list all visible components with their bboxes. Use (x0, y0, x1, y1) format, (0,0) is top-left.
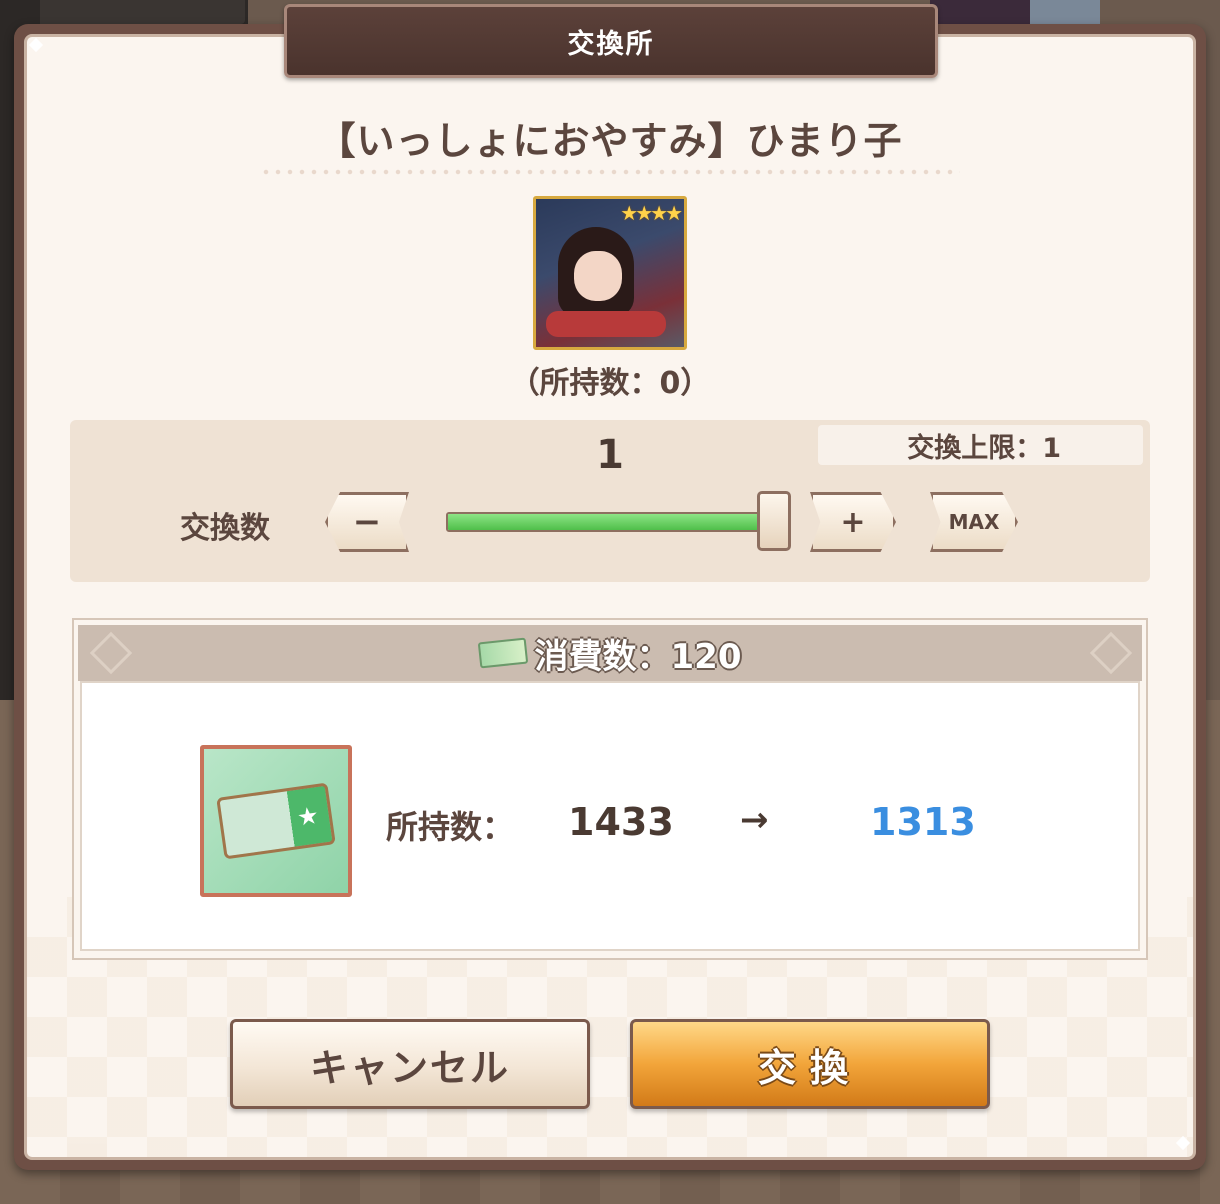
cancel-label: キャンセル (309, 1045, 510, 1090)
increase-button[interactable]: + (810, 492, 896, 552)
plus-icon: + (840, 504, 866, 540)
ticket-item-icon: ★ (200, 745, 352, 897)
rarity-stars-icon: ★★★★ (620, 201, 683, 225)
dialog-header: 交換所 (284, 4, 938, 78)
slider-fill (448, 514, 770, 530)
cancel-button[interactable]: キャンセル (230, 1019, 590, 1109)
dialog-title: 交換所 (567, 28, 655, 60)
ticket-icon (477, 637, 528, 669)
quantity-label: 交換数 (180, 511, 270, 546)
stock-before: 1433 (568, 800, 674, 844)
decrease-button[interactable]: − (325, 492, 409, 552)
item-name: 【いっしょにおやすみ】ひまり子 (317, 119, 903, 163)
quantity-value: 1 (596, 432, 624, 478)
max-label: MAX (948, 510, 1000, 534)
exchange-label: 交換 (757, 1045, 862, 1090)
card-thumbnail: ★★★★ (533, 196, 687, 350)
minus-icon: − (352, 502, 382, 542)
ticket-icon: ★ (216, 782, 336, 860)
arrow-right-icon: → (740, 800, 769, 840)
background-tab (40, 0, 245, 24)
cost-header: 消費数：120 (78, 625, 1142, 681)
character-face (574, 251, 622, 301)
slider-handle[interactable] (757, 491, 791, 551)
title-divider (260, 168, 960, 176)
max-button[interactable]: MAX (930, 492, 1018, 552)
owned-count: （所持数：0） (509, 366, 711, 401)
star-icon: ★ (295, 801, 321, 832)
quantity-slider[interactable] (446, 512, 772, 532)
stock-label: 所持数： (386, 808, 515, 846)
exchange-limit-text: 交換上限：1 (907, 432, 1061, 464)
character-arm (546, 311, 666, 337)
stock-after: 1313 (870, 800, 976, 844)
exchange-limit: 交換上限：1 (818, 425, 1143, 465)
exchange-button[interactable]: 交換 (630, 1019, 990, 1109)
cost-amount: 消費数：120 (534, 636, 742, 677)
